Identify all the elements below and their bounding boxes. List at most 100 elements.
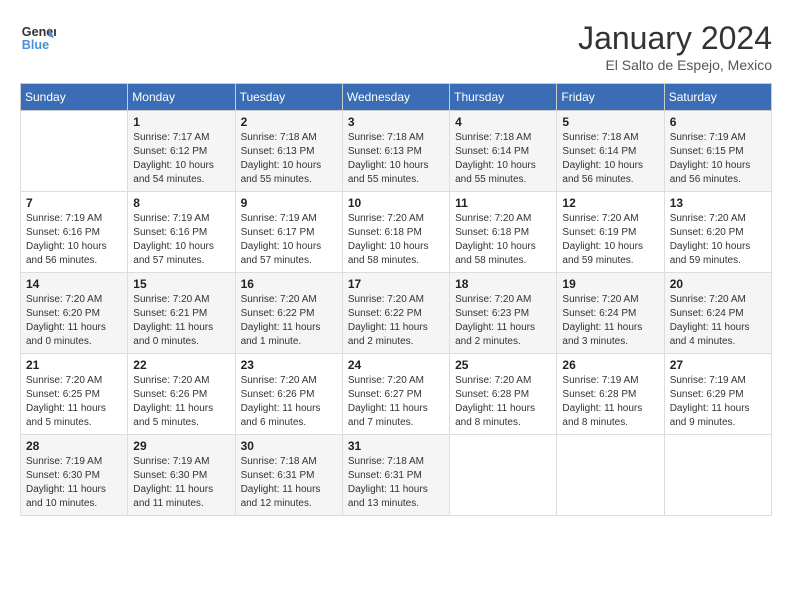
calendar-cell: 5 Sunrise: 7:18 AM Sunset: 6:14 PM Daylig…	[557, 111, 664, 192]
day-info: Sunrise: 7:20 AM Sunset: 6:18 PM Dayligh…	[455, 212, 551, 268]
day-info: Sunrise: 7:19 AM Sunset: 6:17 PM Dayligh…	[241, 212, 337, 268]
calendar-cell: 31 Sunrise: 7:18 AM Sunset: 6:31 PM Dayli…	[342, 435, 449, 516]
weekday-header: Monday	[128, 84, 235, 111]
weekday-header: Thursday	[450, 84, 557, 111]
calendar-cell: 2 Sunrise: 7:18 AM Sunset: 6:13 PM Daylig…	[235, 111, 342, 192]
calendar-cell: 17Sunrise: 7:20 AM Sunset: 6:22 PM Dayli…	[342, 273, 449, 354]
day-info: Sunrise: 7:19 AM Sunset: 6:30 PM Dayligh…	[26, 455, 122, 511]
day-number: 11	[455, 196, 551, 210]
day-number: 8	[133, 196, 229, 210]
day-info: Sunrise: 7:20 AM Sunset: 6:18 PM Dayligh…	[348, 212, 444, 268]
calendar-header: SundayMondayTuesdayWednesdayThursdayFrid…	[21, 84, 772, 111]
calendar-cell	[664, 435, 771, 516]
day-number: 24	[348, 358, 444, 372]
calendar-cell: 29 Sunrise: 7:19 AM Sunset: 6:30 PM Dayli…	[128, 435, 235, 516]
day-number: 7	[26, 196, 122, 210]
month-title: January 2024	[578, 20, 772, 57]
day-info: Sunrise: 7:20 AM Sunset: 6:25 PM Dayligh…	[26, 374, 122, 430]
day-number: 15	[133, 277, 229, 291]
calendar-cell: 3 Sunrise: 7:18 AM Sunset: 6:13 PM Daylig…	[342, 111, 449, 192]
day-number: 9	[241, 196, 337, 210]
calendar-cell	[450, 435, 557, 516]
calendar-cell: 20 Sunrise: 7:20 AM Sunset: 6:24 PM Dayli…	[664, 273, 771, 354]
day-info: Sunrise: 7:20 AM Sunset: 6:20 PM Dayligh…	[26, 293, 122, 349]
day-info: Sunrise: 7:20 AM Sunset: 6:22 PM Dayligh…	[348, 293, 444, 349]
calendar-cell: 28 Sunrise: 7:19 AM Sunset: 6:30 PM Dayli…	[21, 435, 128, 516]
page-header: General Blue January 2024 El Salto de Es…	[20, 20, 772, 73]
calendar-cell: 21 Sunrise: 7:20 AM Sunset: 6:25 PM Dayli…	[21, 354, 128, 435]
calendar-cell: 9 Sunrise: 7:19 AM Sunset: 6:17 PM Daylig…	[235, 192, 342, 273]
day-number: 5	[562, 115, 658, 129]
day-number: 25	[455, 358, 551, 372]
weekday-header: Saturday	[664, 84, 771, 111]
day-info: Sunrise: 7:20 AM Sunset: 6:23 PM Dayligh…	[455, 293, 551, 349]
weekday-header: Sunday	[21, 84, 128, 111]
calendar-week-row: 28 Sunrise: 7:19 AM Sunset: 6:30 PM Dayli…	[21, 435, 772, 516]
calendar-cell: 30 Sunrise: 7:18 AM Sunset: 6:31 PM Dayli…	[235, 435, 342, 516]
calendar-cell: 22Sunrise: 7:20 AM Sunset: 6:26 PM Dayli…	[128, 354, 235, 435]
day-number: 3	[348, 115, 444, 129]
calendar-week-row: 21 Sunrise: 7:20 AM Sunset: 6:25 PM Dayli…	[21, 354, 772, 435]
calendar-week-row: 14 Sunrise: 7:20 AM Sunset: 6:20 PM Dayli…	[21, 273, 772, 354]
calendar-cell: 27Sunrise: 7:19 AM Sunset: 6:29 PM Dayli…	[664, 354, 771, 435]
day-info: Sunrise: 7:17 AM Sunset: 6:12 PM Dayligh…	[133, 131, 229, 187]
calendar-cell: 1 Sunrise: 7:17 AM Sunset: 6:12 PM Daylig…	[128, 111, 235, 192]
day-number: 20	[670, 277, 766, 291]
day-number: 14	[26, 277, 122, 291]
calendar-cell: 24 Sunrise: 7:20 AM Sunset: 6:27 PM Dayli…	[342, 354, 449, 435]
day-number: 27	[670, 358, 766, 372]
calendar-week-row: 1 Sunrise: 7:17 AM Sunset: 6:12 PM Daylig…	[21, 111, 772, 192]
day-number: 29	[133, 439, 229, 453]
logo-icon: General Blue	[20, 20, 56, 56]
day-number: 4	[455, 115, 551, 129]
day-info: Sunrise: 7:20 AM Sunset: 6:28 PM Dayligh…	[455, 374, 551, 430]
calendar-cell: 11 Sunrise: 7:20 AM Sunset: 6:18 PM Dayli…	[450, 192, 557, 273]
day-number: 18	[455, 277, 551, 291]
day-number: 19	[562, 277, 658, 291]
day-info: Sunrise: 7:18 AM Sunset: 6:31 PM Dayligh…	[241, 455, 337, 511]
calendar-cell	[21, 111, 128, 192]
day-info: Sunrise: 7:20 AM Sunset: 6:21 PM Dayligh…	[133, 293, 229, 349]
calendar-cell: 14 Sunrise: 7:20 AM Sunset: 6:20 PM Dayli…	[21, 273, 128, 354]
day-number: 1	[133, 115, 229, 129]
day-info: Sunrise: 7:19 AM Sunset: 6:15 PM Dayligh…	[670, 131, 766, 187]
day-info: Sunrise: 7:18 AM Sunset: 6:13 PM Dayligh…	[348, 131, 444, 187]
day-number: 16	[241, 277, 337, 291]
calendar-cell	[557, 435, 664, 516]
day-number: 22	[133, 358, 229, 372]
calendar-cell: 7Sunrise: 7:19 AM Sunset: 6:16 PM Daylig…	[21, 192, 128, 273]
day-info: Sunrise: 7:18 AM Sunset: 6:13 PM Dayligh…	[241, 131, 337, 187]
calendar-cell: 26Sunrise: 7:19 AM Sunset: 6:28 PM Dayli…	[557, 354, 664, 435]
day-info: Sunrise: 7:19 AM Sunset: 6:30 PM Dayligh…	[133, 455, 229, 511]
day-info: Sunrise: 7:20 AM Sunset: 6:24 PM Dayligh…	[670, 293, 766, 349]
calendar-cell: 16Sunrise: 7:20 AM Sunset: 6:22 PM Dayli…	[235, 273, 342, 354]
weekday-header: Friday	[557, 84, 664, 111]
calendar-week-row: 7 Sunrise: 7:19 AM Sunset: 6:16 PM Daylig…	[21, 192, 772, 273]
day-info: Sunrise: 7:18 AM Sunset: 6:31 PM Dayligh…	[348, 455, 444, 511]
calendar-cell: 8 Sunrise: 7:19 AM Sunset: 6:16 PM Daylig…	[128, 192, 235, 273]
svg-text:Blue: Blue	[22, 38, 49, 52]
day-info: Sunrise: 7:20 AM Sunset: 6:27 PM Dayligh…	[348, 374, 444, 430]
day-number: 12	[562, 196, 658, 210]
day-number: 28	[26, 439, 122, 453]
calendar-cell: 12Sunrise: 7:20 AM Sunset: 6:19 PM Dayli…	[557, 192, 664, 273]
calendar-cell: 4Sunrise: 7:18 AM Sunset: 6:14 PM Daylig…	[450, 111, 557, 192]
day-number: 21	[26, 358, 122, 372]
location: El Salto de Espejo, Mexico	[578, 57, 772, 73]
day-info: Sunrise: 7:18 AM Sunset: 6:14 PM Dayligh…	[562, 131, 658, 187]
day-number: 30	[241, 439, 337, 453]
day-number: 13	[670, 196, 766, 210]
day-number: 31	[348, 439, 444, 453]
weekday-header: Tuesday	[235, 84, 342, 111]
calendar-cell: 18 Sunrise: 7:20 AM Sunset: 6:23 PM Dayli…	[450, 273, 557, 354]
calendar-table: SundayMondayTuesdayWednesdayThursdayFrid…	[20, 83, 772, 516]
day-info: Sunrise: 7:20 AM Sunset: 6:26 PM Dayligh…	[241, 374, 337, 430]
calendar-cell: 13Sunrise: 7:20 AM Sunset: 6:20 PM Dayli…	[664, 192, 771, 273]
calendar-cell: 23 Sunrise: 7:20 AM Sunset: 6:26 PM Dayli…	[235, 354, 342, 435]
day-info: Sunrise: 7:19 AM Sunset: 6:16 PM Dayligh…	[133, 212, 229, 268]
day-number: 2	[241, 115, 337, 129]
weekday-header: Wednesday	[342, 84, 449, 111]
day-number: 10	[348, 196, 444, 210]
day-number: 23	[241, 358, 337, 372]
logo: General Blue	[20, 20, 56, 56]
